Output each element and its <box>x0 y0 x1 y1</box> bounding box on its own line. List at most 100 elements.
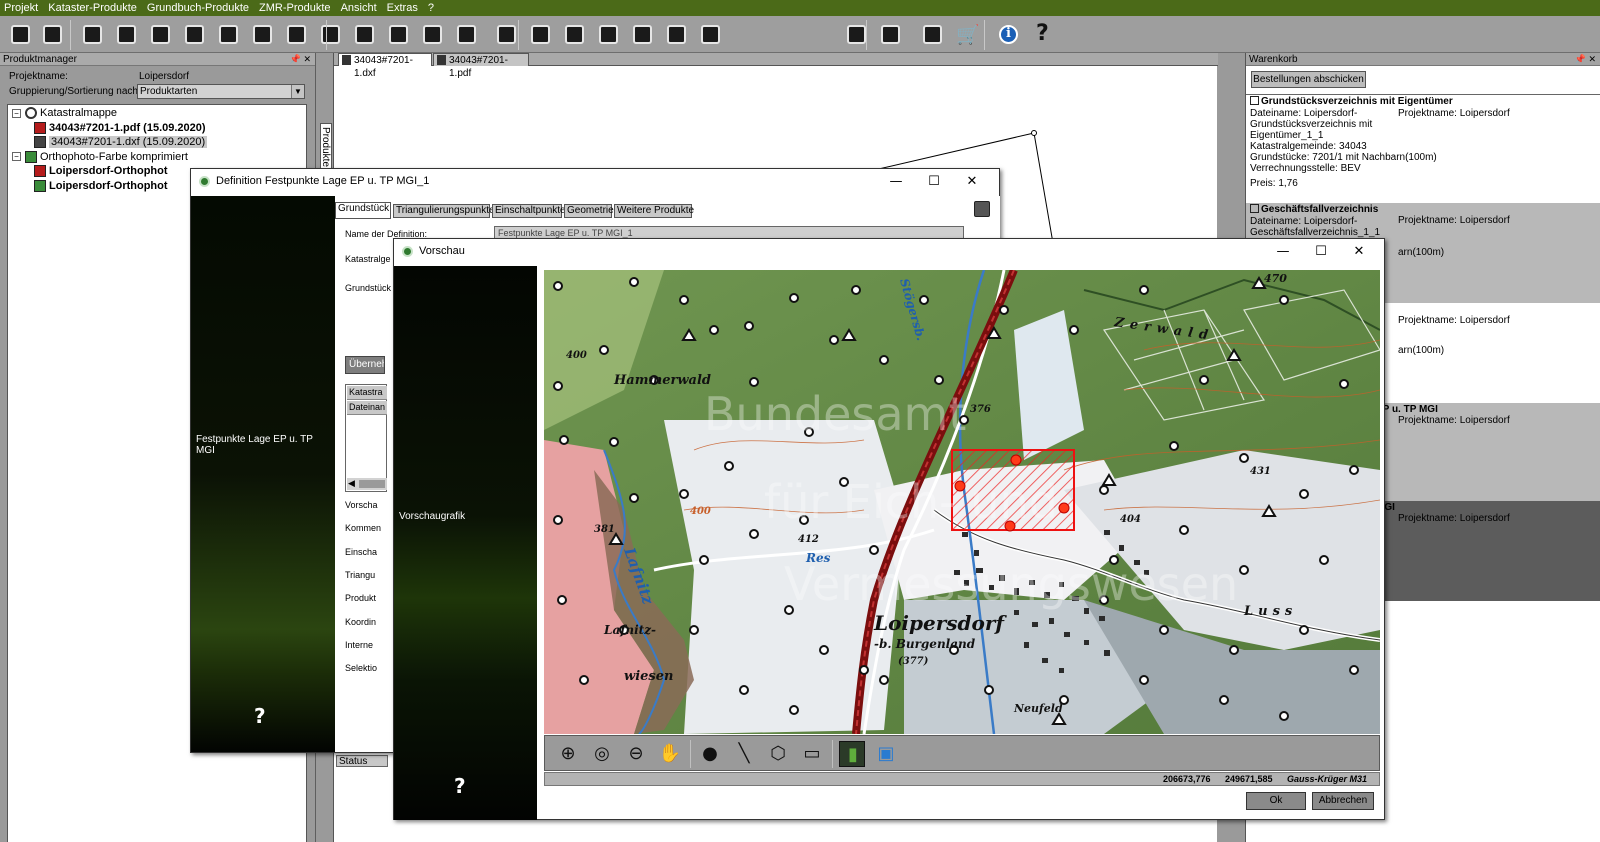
tab-pdf[interactable]: 34043#7201-1.pdf <box>433 53 529 79</box>
camera-button[interactable] <box>526 20 555 49</box>
menu-item-0[interactable]: Projekt <box>4 2 38 14</box>
owner-button[interactable] <box>662 20 691 49</box>
grid-button[interactable] <box>418 20 447 49</box>
status-label: Status <box>336 755 388 767</box>
cart-item-project: Projektname: Loipersdorf <box>1398 513 1510 524</box>
gp-button[interactable] <box>214 20 243 49</box>
info-button[interactable] <box>994 20 1023 49</box>
ruler-button[interactable] <box>6 20 35 49</box>
map-label: Luss <box>1243 604 1297 619</box>
map-icon <box>355 25 374 44</box>
grouping-select[interactable]: Produktarten ▼ <box>137 84 305 99</box>
tree-node[interactable]: − Katastralmappe <box>12 107 117 119</box>
menu-item-2[interactable]: Grundbuch-Produkte <box>147 2 249 14</box>
parcel-button[interactable] <box>78 20 107 49</box>
map-statusbar: 206673,776 249671,585 Gauss-Krüger M31 <box>544 772 1380 786</box>
print-button[interactable] <box>452 20 481 49</box>
book-button[interactable] <box>38 20 67 49</box>
help-button[interactable] <box>1030 20 1059 49</box>
map-label: wiesen <box>624 669 673 684</box>
collapse-icon[interactable]: − <box>12 152 21 161</box>
map-layer-icon[interactable]: ▮ <box>839 741 865 767</box>
toolbar-separator <box>866 20 867 50</box>
house-icon <box>633 25 652 44</box>
zoom-in-icon[interactable]: ⊕ <box>555 741 581 767</box>
close-icon[interactable]: ✕ <box>957 172 987 192</box>
dialog-title: Vorschau <box>419 245 465 257</box>
apply-button[interactable]: Übernehmen <box>345 356 385 374</box>
document-search-button[interactable] <box>112 20 141 49</box>
preview-map[interactable]: Bundesamt für Eich- und Vermessungswesen… <box>544 270 1380 734</box>
list-button[interactable] <box>316 20 345 49</box>
scroll-left-icon[interactable]: ◀ <box>348 478 355 489</box>
report-button[interactable] <box>384 20 413 49</box>
scroll-thumb[interactable] <box>359 480 385 488</box>
watermark-line: Vermessungswesen <box>784 557 1238 611</box>
minimize-icon[interactable]: — <box>1268 242 1298 262</box>
search-doc-button[interactable] <box>560 20 589 49</box>
pin-icon[interactable]: 📌 ✕ <box>290 53 311 66</box>
panel-title: Warenkorb <box>1249 54 1298 65</box>
cart-item[interactable]: Grundstücksverzeichnis mit Eigentümer Dat… <box>1246 95 1600 203</box>
person-search-button[interactable] <box>696 20 725 49</box>
tab-dxf[interactable]: 34043#7201-1.dxf <box>338 53 432 79</box>
menu-item-3[interactable]: ZMR-Produkte <box>259 2 331 14</box>
maximize-icon[interactable]: ☐ <box>1306 242 1336 262</box>
tp-button[interactable] <box>282 20 311 49</box>
menu-item-1[interactable]: Kataster-Produkte <box>48 2 137 14</box>
mp-button[interactable] <box>248 20 277 49</box>
definition-grid[interactable]: Katastra Dateinan ◀ <box>345 384 387 492</box>
submit-orders-button[interactable]: Bestellungen abschicken <box>1251 71 1366 88</box>
toolbar-separator <box>326 20 327 50</box>
tab-definition-4[interactable]: Weitere Produkte <box>614 204 694 218</box>
cancel-button[interactable]: Abbrechen <box>1312 792 1374 810</box>
cart-button[interactable] <box>952 20 981 49</box>
tree-node[interactable]: − Orthophoto-Farbe komprimiert <box>12 150 188 163</box>
tree-node[interactable]: 34043#7201-1.pdf (15.09.2020) <box>34 121 206 134</box>
list-icon <box>321 25 340 44</box>
point-icon[interactable]: ● <box>697 741 723 767</box>
image-layer-icon[interactable]: ▣ <box>873 741 899 767</box>
line-icon[interactable]: ╲ <box>731 741 757 767</box>
house-button[interactable] <box>628 20 657 49</box>
pin-icon[interactable]: 📌 ✕ <box>1575 53 1596 66</box>
minimize-icon[interactable]: — <box>881 172 911 192</box>
tab-definition-0[interactable]: Grundstück <box>335 202 391 219</box>
tab-definition-2[interactable]: Einschaltpunkte <box>492 204 566 218</box>
definition-field-label: Kommen <box>345 523 382 534</box>
tree-node[interactable]: 34043#7201-1.dxf (15.09.2020) <box>34 136 208 148</box>
menu-item-5[interactable]: Extras <box>387 2 418 14</box>
camera-icon <box>531 25 550 44</box>
chevron-down-icon[interactable]: ▼ <box>291 85 304 98</box>
ep-button[interactable] <box>180 20 209 49</box>
pan-hand-icon[interactable]: ✋ <box>657 741 683 767</box>
ruler-icon <box>11 25 30 44</box>
certificate-button[interactable] <box>594 20 623 49</box>
close-icon[interactable]: ✕ <box>1344 242 1374 262</box>
menu-item-6[interactable]: ? <box>428 2 434 14</box>
zoom-area-icon[interactable]: ◎ <box>589 741 615 767</box>
checklist-button[interactable] <box>918 20 947 49</box>
map-button[interactable] <box>350 20 379 49</box>
document-edit-button[interactable] <box>146 20 175 49</box>
grid-scrollbar[interactable]: ◀ <box>347 478 387 490</box>
tab-definition-3[interactable]: Geometrie <box>564 204 614 218</box>
maximize-icon[interactable]: ☐ <box>919 172 949 192</box>
tree-node[interactable]: Loipersdorf-Orthophot <box>34 179 168 192</box>
book-icon <box>43 25 62 44</box>
cart-item-detail: Dateiname: Loipersdorf- <box>1250 108 1358 119</box>
zoom-out-icon[interactable]: ⊖ <box>623 741 649 767</box>
tree-node[interactable]: Loipersdorf-Orthophot <box>34 165 168 177</box>
help-icon[interactable]: ? <box>254 704 266 728</box>
polygon-icon[interactable]: ⬡ <box>765 741 791 767</box>
register-button[interactable] <box>492 20 521 49</box>
options-icon[interactable] <box>974 201 990 217</box>
collapse-icon[interactable]: − <box>12 108 21 118</box>
ok-button[interactable]: Ok <box>1246 792 1306 810</box>
tool-button[interactable] <box>876 20 905 49</box>
tab-definition-1[interactable]: Triangulierungspunkte <box>393 204 495 218</box>
help-icon[interactable]: ? <box>454 774 466 798</box>
owner-icon <box>667 25 686 44</box>
menu-item-4[interactable]: Ansicht <box>341 2 377 14</box>
rectangle-icon[interactable]: ▭ <box>799 741 825 767</box>
